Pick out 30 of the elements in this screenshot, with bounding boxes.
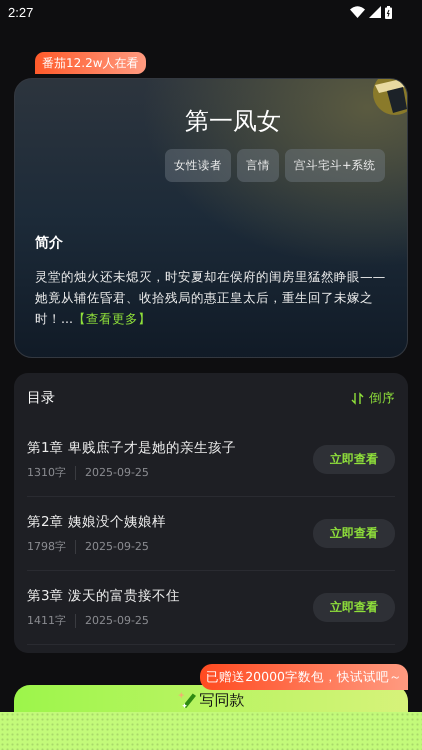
sort-icon <box>351 392 364 404</box>
genre-tag[interactable]: 言情 <box>237 149 279 182</box>
chapter-title[interactable]: 第2章 姨娘没个姨娘样 <box>27 513 166 531</box>
write-button[interactable]: 写同款 <box>14 685 408 712</box>
chapter-title[interactable]: 第3章 泼天的富贵接不住 <box>27 587 180 605</box>
pen-sparkle-icon <box>178 690 196 710</box>
chapter-title[interactable]: 第1章 卑贱庶子才是她的亲生孩子 <box>27 439 236 457</box>
gift-bubble: 已赠送20000字数包，快试试吧～ <box>200 664 408 690</box>
view-button[interactable]: 立即查看 <box>313 593 395 622</box>
signal-icon <box>369 6 381 18</box>
battery-icon <box>385 6 392 18</box>
word-count: 1411字 <box>27 613 66 628</box>
genre-tag[interactable]: 宫斗宅斗+系统 <box>285 149 385 182</box>
intro-heading: 简介 <box>35 234 64 252</box>
book-title: 第一凤女 <box>185 106 282 137</box>
view-button[interactable]: 立即查看 <box>313 519 395 548</box>
word-count: 1310字 <box>27 465 66 480</box>
see-more-link[interactable]: 【查看更多】 <box>73 311 152 326</box>
word-count: 1798字 <box>27 539 66 554</box>
sort-button[interactable]: 倒序 <box>351 390 395 406</box>
view-button[interactable]: 立即查看 <box>313 445 395 474</box>
readers-badge: 番茄12.2w人在看 <box>35 52 146 74</box>
intro-text: 灵堂的烛火还未熄灭，时安夏却在侯府的闺房里猛然睁眼—— 她竟从辅佐昏君、收拾残局的惠正皇太后，重生回了未嫁之时！...【查看更多】 <box>35 268 386 328</box>
catalog-heading: 目录 <box>27 389 55 407</box>
genre-tag[interactable]: 女性读者 <box>165 149 231 182</box>
wifi-icon <box>350 6 365 18</box>
chapter-date: 2025-09-25 <box>85 614 149 627</box>
chapter-date: 2025-09-25 <box>85 540 149 553</box>
status-time: 2:27 <box>8 4 34 20</box>
chapter-date: 2025-09-25 <box>85 466 149 479</box>
